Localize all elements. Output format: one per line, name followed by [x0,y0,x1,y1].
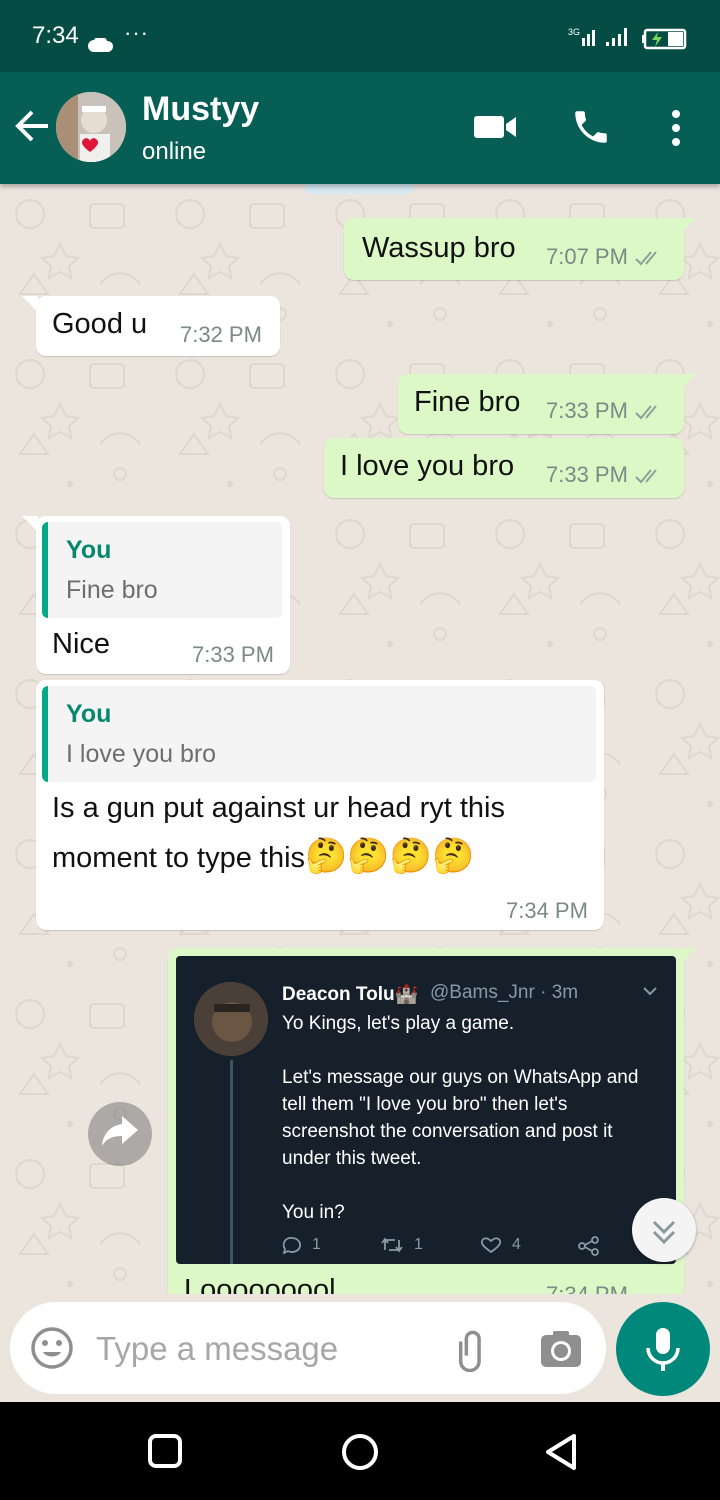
message-outgoing[interactable]: I love you bro 7:33 PM [324,438,684,498]
tweet-likes: 4 [480,1236,521,1254]
chat-header: Mustyy online [0,72,720,184]
thinking-face-emoji: 🤔🤔🤔🤔 [305,837,475,875]
tweet-handle-time: @Bams_Jnr · 3m [430,982,579,1003]
read-ticks-icon [635,251,657,266]
voice-message-button[interactable] [616,1302,710,1396]
status-bar: 7:34 ··· 3G [0,0,720,72]
contact-status: online [142,138,207,165]
message-text: Good u [52,308,148,340]
scroll-to-bottom-button[interactable] [632,1198,696,1262]
back-nav-icon[interactable] [542,1432,580,1472]
retweet-icon [381,1237,403,1253]
message-input-box[interactable]: Type a message [10,1302,606,1394]
bubble-tail [22,516,38,532]
tweet-retweets: 1 [380,1236,423,1254]
chevron-down-icon [643,987,657,996]
message-time: 7:07 PM [546,244,664,270]
message-incoming-reply[interactable]: You Fine bro Nice 7:33 PM [36,516,290,674]
message-outgoing[interactable]: Wassup bro 7:07 PM [344,218,684,280]
microphone-icon [646,1328,680,1371]
share-icon [578,1236,599,1256]
message-incoming-reply[interactable]: You I love you bro Is a gun put against … [36,680,604,930]
bubble-tail [680,218,696,234]
phone-icon[interactable] [570,106,612,148]
svg-text:3G: 3G [568,27,580,37]
more-vert-icon[interactable] [664,108,688,148]
battery-icon [642,28,687,50]
heart-icon [480,1237,502,1254]
emoji-icon[interactable] [30,1326,74,1370]
tweet-author-avatar [194,982,268,1056]
forward-button[interactable] [88,1102,152,1166]
forward-icon [102,1116,138,1146]
quoted-text: Fine bro [66,576,158,604]
tweet-author-name: Deacon Tolu🏰 [282,984,419,1005]
quoted-author: You [66,700,112,728]
tweet-share [578,1236,600,1256]
tweet-screenshot-image[interactable]: Deacon Tolu🏰 @Bams_Jnr · 3m Yo Kings, le… [176,956,676,1264]
tweet-replies: 1 [282,1236,321,1254]
message-input-placeholder[interactable]: Type a message [96,1330,338,1368]
reply-icon [282,1237,301,1254]
recents-icon[interactable] [146,1432,184,1470]
tweet-thread-line [230,1060,233,1264]
tweet-actions: 1 1 4 [282,1236,612,1260]
read-ticks-icon [635,469,657,484]
contact-avatar[interactable] [56,92,126,162]
message-text-line-1: Is a gun put against ur head ryt this [52,792,505,824]
quoted-author: You [66,536,112,564]
message-time: 7:33 PM [546,398,664,424]
video-call-icon[interactable] [472,112,518,140]
message-text: Fine bro [414,386,521,418]
system-navigation-bar [0,1402,720,1500]
message-text: I love you bro [340,450,515,482]
bubble-tail [22,296,38,312]
double-chevron-down-icon [652,1220,676,1245]
message-text: Wassup bro [362,232,516,264]
bubble-tail [680,374,696,390]
message-text-line-2: moment to type this🤔🤔🤔🤔 [52,837,475,875]
message-text: Nice [52,628,111,660]
home-icon[interactable] [340,1432,380,1472]
tweet-body: Yo Kings, let's play a game. Let's messa… [282,1013,639,1223]
contact-name[interactable]: Mustyy [142,90,259,129]
status-time: 7:34 [32,22,79,49]
message-time: 7:33 PM [546,462,664,488]
bubble-tail [680,948,696,964]
cloud-icon [88,38,114,52]
camera-icon[interactable] [540,1330,582,1368]
message-incoming[interactable]: Good u 7:32 PM [36,296,280,356]
notification-overflow: ··· [124,20,149,45]
paperclip-icon[interactable] [450,1328,494,1372]
back-arrow-icon[interactable] [12,108,52,144]
conversation[interactable]: Wassup bro 7:07 PM Good u 7:32 PM Fine b… [0,184,720,1402]
message-time: 7:33 PM [192,642,274,667]
message-outgoing[interactable]: Fine bro 7:33 PM [398,374,684,434]
signal-icon: 3G [568,27,627,46]
quoted-message[interactable]: You I love you bro [42,686,596,782]
message-time: 7:34 PM [506,898,588,923]
quoted-text: I love you bro [66,740,217,768]
message-time: 7:32 PM [180,322,262,347]
quoted-message[interactable]: You Fine bro [42,522,282,618]
read-ticks-icon [635,405,657,420]
composer-bar: Type a message [0,1294,720,1402]
avatar-image [56,92,126,162]
